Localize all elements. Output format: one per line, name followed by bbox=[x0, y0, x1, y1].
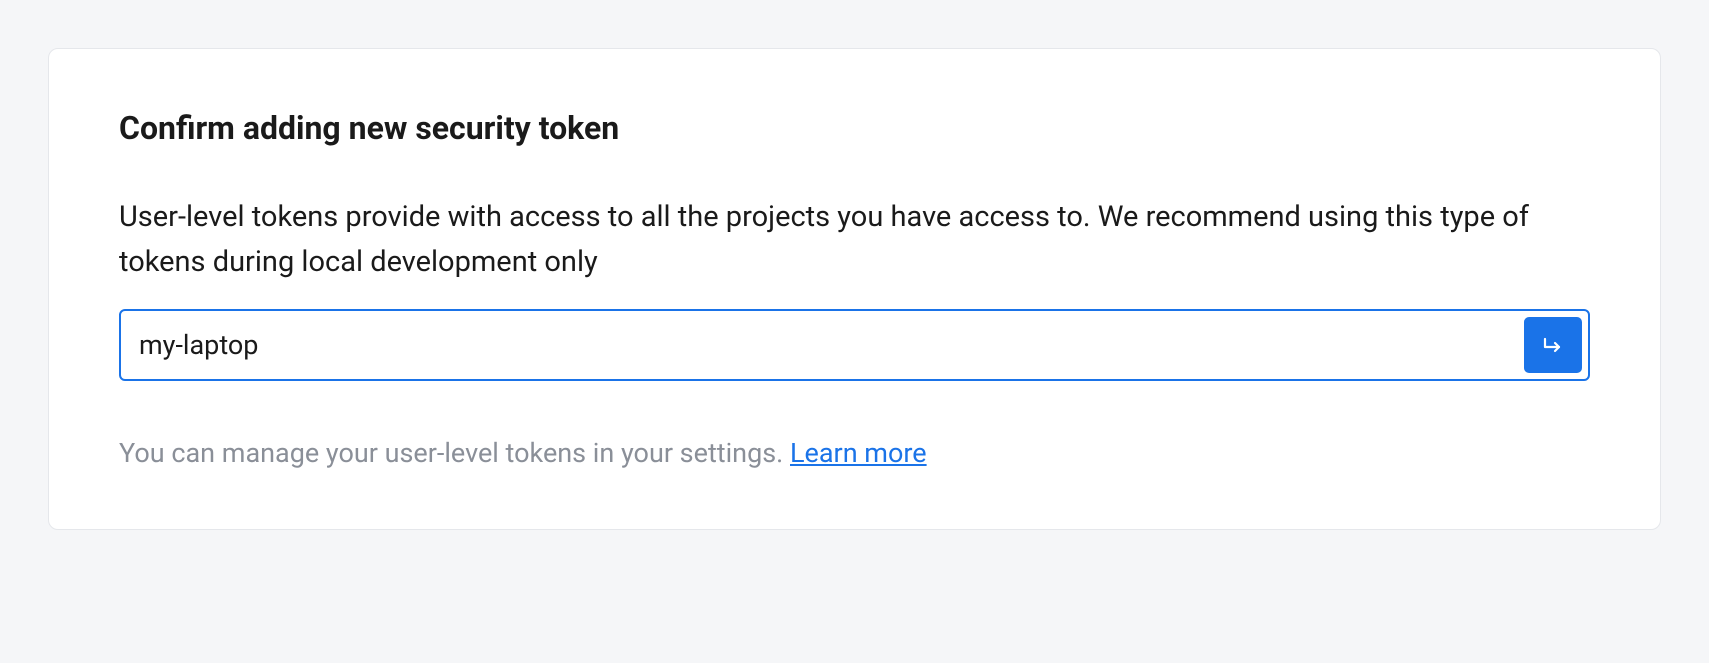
submit-token-button[interactable] bbox=[1524, 317, 1582, 373]
learn-more-link[interactable]: Learn more bbox=[790, 437, 927, 469]
card-title: Confirm adding new security token bbox=[119, 109, 1590, 147]
card-description: User-level tokens provide with access to… bbox=[119, 195, 1590, 285]
token-name-input[interactable] bbox=[127, 317, 1518, 373]
footer-text-label: You can manage your user-level tokens in… bbox=[119, 437, 790, 469]
footer-text: You can manage your user-level tokens in… bbox=[119, 437, 1590, 469]
enter-arrow-icon bbox=[1541, 333, 1565, 357]
token-input-row bbox=[119, 309, 1590, 381]
confirm-token-card: Confirm adding new security token User-l… bbox=[48, 48, 1661, 530]
